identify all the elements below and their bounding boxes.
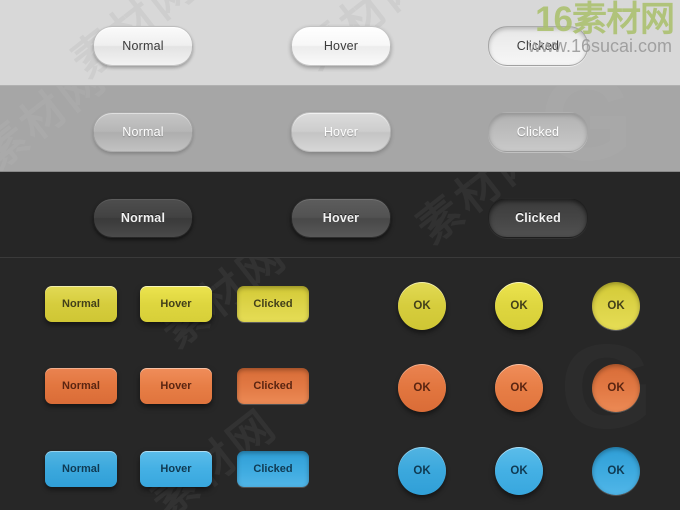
button-label: OK [607, 465, 625, 477]
button-label: Clicked [253, 380, 293, 392]
yellow-circle-normal[interactable]: OK [398, 282, 446, 330]
button-label: Normal [62, 463, 100, 475]
button-label: Clicked [516, 125, 560, 139]
blue-circle-hover[interactable]: OK [495, 447, 543, 495]
button-label: Normal [120, 211, 166, 225]
button-label: Clicked [515, 211, 561, 225]
button-label: Clicked [253, 298, 293, 310]
yellow-rect-normal[interactable]: Normal [45, 286, 117, 322]
button-light-hover[interactable]: Hover [291, 26, 391, 66]
button-dark-normal[interactable]: Normal [93, 198, 193, 238]
blue-rect-hover[interactable]: Hover [140, 451, 212, 487]
dark-background-band: 素材网 Normal Hover Clicked [0, 172, 680, 258]
button-label: OK [607, 300, 625, 312]
button-label: Hover [323, 125, 359, 139]
gray-background-band: 素材网 G Normal Hover Clicked [0, 86, 680, 172]
yellow-rect-clicked[interactable]: Clicked [237, 286, 309, 322]
button-gray-normal[interactable]: Normal [93, 112, 193, 152]
blue-button-row: Normal Hover Clicked OK OK OK [0, 447, 680, 507]
yellow-rect-hover[interactable]: Hover [140, 286, 212, 322]
button-label: OK [413, 300, 431, 312]
orange-rect-hover[interactable]: Hover [140, 368, 212, 404]
button-gray-clicked[interactable]: Clicked [488, 112, 588, 152]
gray-band-button-row: Normal Hover Clicked [0, 112, 680, 154]
light-band-button-row: Normal Hover Clicked [0, 26, 680, 68]
yellow-circle-hover[interactable]: OK [495, 282, 543, 330]
button-gray-hover[interactable]: Hover [291, 112, 391, 152]
button-label: Hover [160, 298, 192, 310]
blue-circle-normal[interactable]: OK [398, 447, 446, 495]
button-label: OK [413, 465, 431, 477]
button-label: Normal [62, 380, 100, 392]
button-label: Hover [323, 39, 359, 53]
yellow-button-row: Normal Hover Clicked OK OK OK [0, 282, 680, 342]
button-style-sheet: 素材网 素材网 Normal Hover Clicked 16素材网 www.1… [0, 0, 680, 510]
blue-rect-normal[interactable]: Normal [45, 451, 117, 487]
button-label: Clicked [516, 39, 560, 53]
button-label: Hover [322, 211, 360, 225]
button-dark-hover[interactable]: Hover [291, 198, 391, 238]
button-label: OK [510, 300, 528, 312]
dark-band-button-row: Normal Hover Clicked [0, 198, 680, 240]
blue-rect-clicked[interactable]: Clicked [237, 451, 309, 487]
button-label: OK [607, 382, 625, 394]
button-label: OK [510, 382, 528, 394]
blue-circle-clicked[interactable]: OK [592, 447, 640, 495]
button-label: Normal [62, 298, 100, 310]
orange-button-row: Normal Hover Clicked OK OK OK [0, 364, 680, 424]
button-label: OK [510, 465, 528, 477]
button-label: OK [413, 382, 431, 394]
orange-rect-clicked[interactable]: Clicked [237, 368, 309, 404]
yellow-circle-clicked[interactable]: OK [592, 282, 640, 330]
light-background-band: 素材网 素材网 Normal Hover Clicked 16素材网 www.1… [0, 0, 680, 86]
orange-circle-clicked[interactable]: OK [592, 364, 640, 412]
button-label: Normal [122, 125, 164, 139]
button-label: Hover [160, 463, 192, 475]
button-light-clicked[interactable]: Clicked [488, 26, 588, 66]
button-dark-clicked[interactable]: Clicked [488, 198, 588, 238]
orange-rect-normal[interactable]: Normal [45, 368, 117, 404]
button-label: Normal [122, 39, 164, 53]
orange-circle-hover[interactable]: OK [495, 364, 543, 412]
button-label: Clicked [253, 463, 293, 475]
button-light-normal[interactable]: Normal [93, 26, 193, 66]
button-label: Hover [160, 380, 192, 392]
orange-circle-normal[interactable]: OK [398, 364, 446, 412]
